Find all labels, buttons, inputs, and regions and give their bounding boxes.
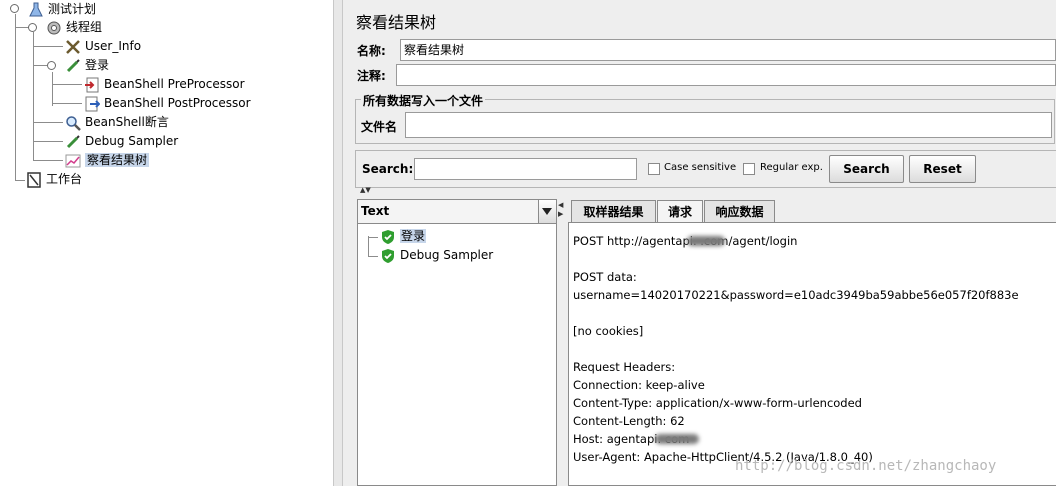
filename-field[interactable] [405,112,1052,138]
result-item-label: 登录 [400,229,427,243]
tree-item-label: 线程组 [66,20,103,34]
tree-item-beanshell-postprocessor[interactable]: BeanShell PostProcessor [84,94,251,113]
renderer-value: Text [361,204,390,218]
divider-arrows-icon[interactable]: ◀ ▶ [558,201,563,219]
search-label: Search: [362,162,414,176]
tab-request[interactable]: 请求 [657,200,703,223]
expand-handle[interactable] [10,4,19,13]
flask-icon [29,2,43,16]
file-group-title: 所有数据写入一个文件 [361,92,486,109]
request-line: POST http://agentapi. .com/agent/login [573,234,798,248]
tree-item-debug-sampler[interactable]: Debug Sampler [65,132,178,151]
tree-item-thread-group[interactable]: 线程组 [46,18,102,37]
redaction-blur [655,434,699,444]
tree-item-label: 察看结果树 [85,153,150,167]
expand-handle[interactable] [47,61,56,70]
name-field[interactable]: 察看结果树 [400,39,1056,61]
comment-label: 注释: [357,69,386,83]
main-splitter[interactable] [333,0,343,486]
tree-item-label: User_Info [85,39,142,53]
tree-item-label: BeanShell断言 [85,115,169,129]
result-item-login[interactable]: 登录 [380,227,427,245]
tree-item-label: Debug Sampler [85,134,179,148]
workbench-icon [27,171,41,188]
search-input[interactable] [414,158,637,180]
panel-title: 察看结果树 [356,13,437,32]
request-line: username=14020170221&password=e10adc3949… [573,288,1019,302]
request-line: Content-Length: 62 [573,414,685,428]
renderer-select[interactable]: Text [358,200,556,224]
tree-item-login[interactable]: 登录 [65,56,109,75]
tree-item-test-plan[interactable]: 测试计划 [28,0,96,19]
collapse-arrows-icon[interactable]: ▲▼ [360,187,371,194]
result-item-label: Debug Sampler [400,248,494,262]
tree-item-label: 登录 [85,58,110,72]
expand-handle[interactable] [28,23,37,32]
request-line: Request Headers: [573,360,676,374]
case-sensitive-label: Case sensitive [664,162,737,173]
request-text-area[interactable]: POST http://agentapi. .com/agent/login P… [568,222,1056,486]
result-item-debug-sampler[interactable]: Debug Sampler [380,246,493,264]
tools-icon [66,39,80,54]
tree-item-label: 测试计划 [48,2,97,16]
regular-exp-checkbox[interactable] [743,163,755,175]
magnifier-icon [66,115,81,131]
results-list-panel: Text 登录 Debug Sampler [357,199,557,486]
request-line: [no cookies] [573,324,644,338]
pre-processor-icon [85,77,99,92]
tree-item-view-results-tree[interactable]: 察看结果树 [65,151,150,170]
request-line: Content-Type: application/x-www-form-url… [573,396,862,410]
tree-item-workbench[interactable]: 工作台 [26,170,82,189]
tree-item-beanshell-preprocessor[interactable]: BeanShell PreProcessor [84,75,245,94]
success-shield-icon [382,248,394,263]
post-processor-icon [85,96,100,111]
tab-sampler-result[interactable]: 取样器结果 [571,200,656,222]
pipette-icon [66,58,80,72]
tree-item-label: 工作台 [46,172,83,186]
watermark: http://blog.csdn.net/zhangchaoy [735,458,997,474]
chart-icon [65,154,81,167]
tree-item-label: BeanShell PreProcessor [104,77,245,91]
tree-item-beanshell-assertion[interactable]: BeanShell断言 [65,113,169,132]
success-shield-icon [382,229,394,244]
case-sensitive-checkbox[interactable] [648,163,660,175]
redaction-blur [687,236,725,246]
reset-button[interactable]: Reset [909,155,976,183]
gear-icon [47,21,61,34]
request-line: Connection: keep-alive [573,378,705,392]
filename-label: 文件名 [361,120,398,134]
renderer-dropdown-button[interactable] [538,200,556,223]
name-label: 名称: [357,44,386,58]
tree-item-label: BeanShell PostProcessor [104,96,251,110]
search-button[interactable]: Search [829,155,904,183]
request-line: POST data: [573,270,637,284]
chevron-down-icon [542,208,552,215]
comment-field[interactable] [396,64,1056,86]
test-plan-tree[interactable]: 测试计划 线程组 User_Info 登录 BeanShell PreProce… [0,0,333,486]
regular-exp-label: Regular exp. [760,162,823,173]
tab-response-data[interactable]: 响应数据 [704,200,775,222]
pipette-icon [66,134,80,148]
tree-item-user-info[interactable]: User_Info [65,37,141,56]
